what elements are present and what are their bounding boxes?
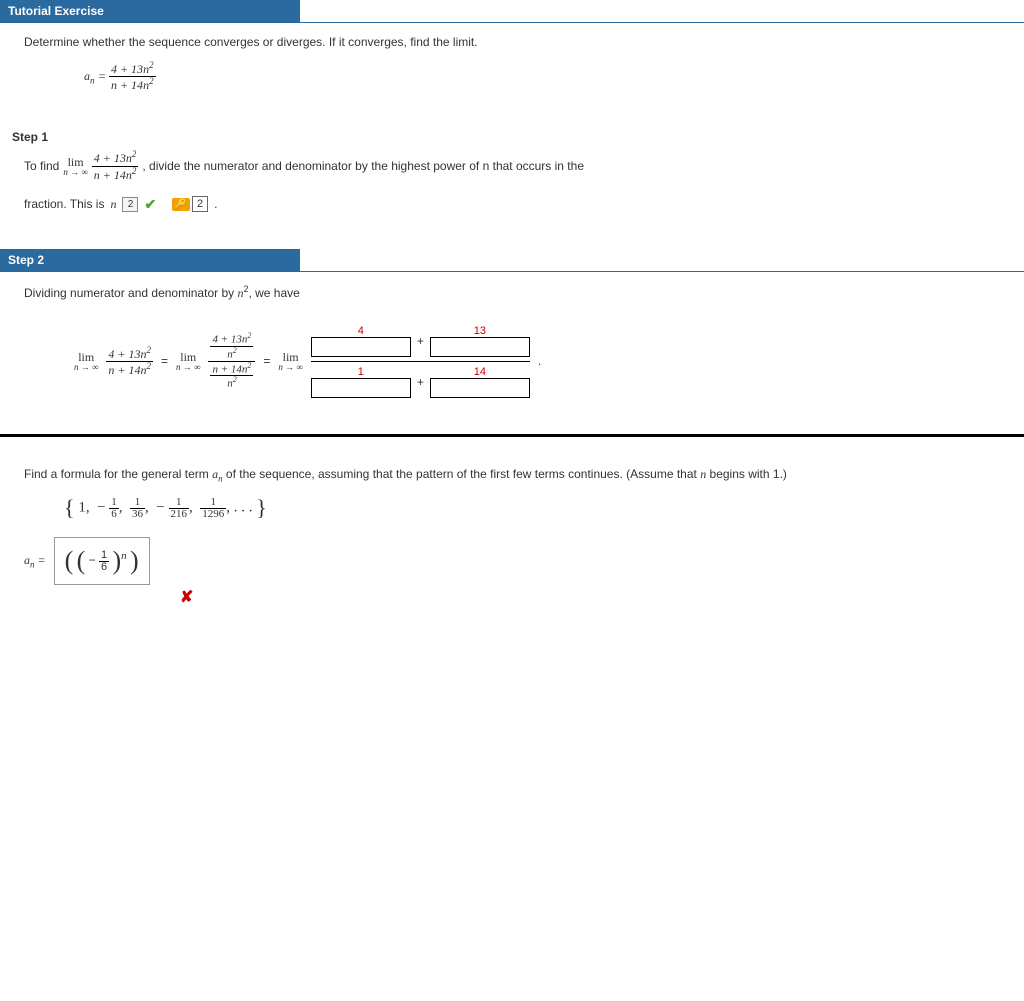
tutorial-header: Tutorial Exercise — [0, 0, 300, 22]
step1-text2: , divide the numerator and denominator b… — [142, 159, 584, 173]
step2-header-line: Step 2 — [0, 249, 1024, 272]
answer-input[interactable]: ( ( − 16 )n ) — [54, 537, 150, 585]
check-icon: ✔ — [144, 196, 156, 213]
problem2-text: Find a formula for the general term an o… — [24, 467, 1000, 483]
wrong-icon: ✘ — [180, 589, 193, 606]
hint-c: 1 — [358, 366, 364, 378]
key-value: 2 — [192, 196, 208, 212]
question-text: Determine whether the sequence converges… — [24, 35, 1000, 49]
limit-notation: lim n → ∞ — [63, 156, 87, 177]
step2-label: Step 2 — [0, 249, 300, 271]
key-reveal[interactable]: 🔑 2 — [172, 196, 209, 212]
tutorial-content: Determine whether the sequence converges… — [0, 23, 1024, 104]
step1-text3: fraction. This is — [24, 197, 104, 211]
exponent-answer[interactable]: 2 — [122, 197, 138, 212]
n-variable: n — [110, 197, 116, 212]
formula-den: n + 14n2 — [109, 77, 156, 92]
hint-d: 14 — [474, 366, 486, 378]
hint-b: 13 — [474, 325, 486, 337]
step1-fraction: 4 + 13n2 n + 14n2 — [92, 150, 139, 181]
sequence-display: { 1, − 16, 136, − 1216, 11296, . . . } — [64, 495, 1000, 521]
answer-fraction: 4 + 13 1 + 14 — [311, 321, 530, 402]
hint-a: 4 — [358, 325, 364, 337]
sequence-formula: an = 4 + 13n2 n + 14n2 — [84, 61, 1000, 92]
answer-row: an = ( ( − 16 )n ) — [24, 537, 1000, 585]
problem2: Find a formula for the general term an o… — [0, 455, 1024, 619]
formula-num: 4 + 13n2 — [109, 61, 156, 77]
blank-numerator-2[interactable] — [430, 337, 530, 357]
blank-denominator-2[interactable] — [430, 378, 530, 398]
key-icon: 🔑 — [172, 198, 190, 211]
tutorial-header-line: Tutorial Exercise — [0, 0, 1024, 23]
step2-content: Dividing numerator and denominator by n2… — [0, 272, 1024, 414]
step2-equation: limn → ∞ 4 + 13n2 n + 14n2 = limn → ∞ 4 … — [74, 321, 1000, 402]
step1-text1: To find — [24, 159, 59, 173]
step1-label: Step 1 — [0, 124, 1024, 150]
blank-numerator-1[interactable] — [311, 337, 411, 357]
step1-content: To find lim n → ∞ 4 + 13n2 n + 14n2 , di… — [0, 150, 1024, 224]
blank-denominator-1[interactable] — [311, 378, 411, 398]
step2-text: Dividing numerator and denominator by n2… — [24, 284, 1000, 301]
